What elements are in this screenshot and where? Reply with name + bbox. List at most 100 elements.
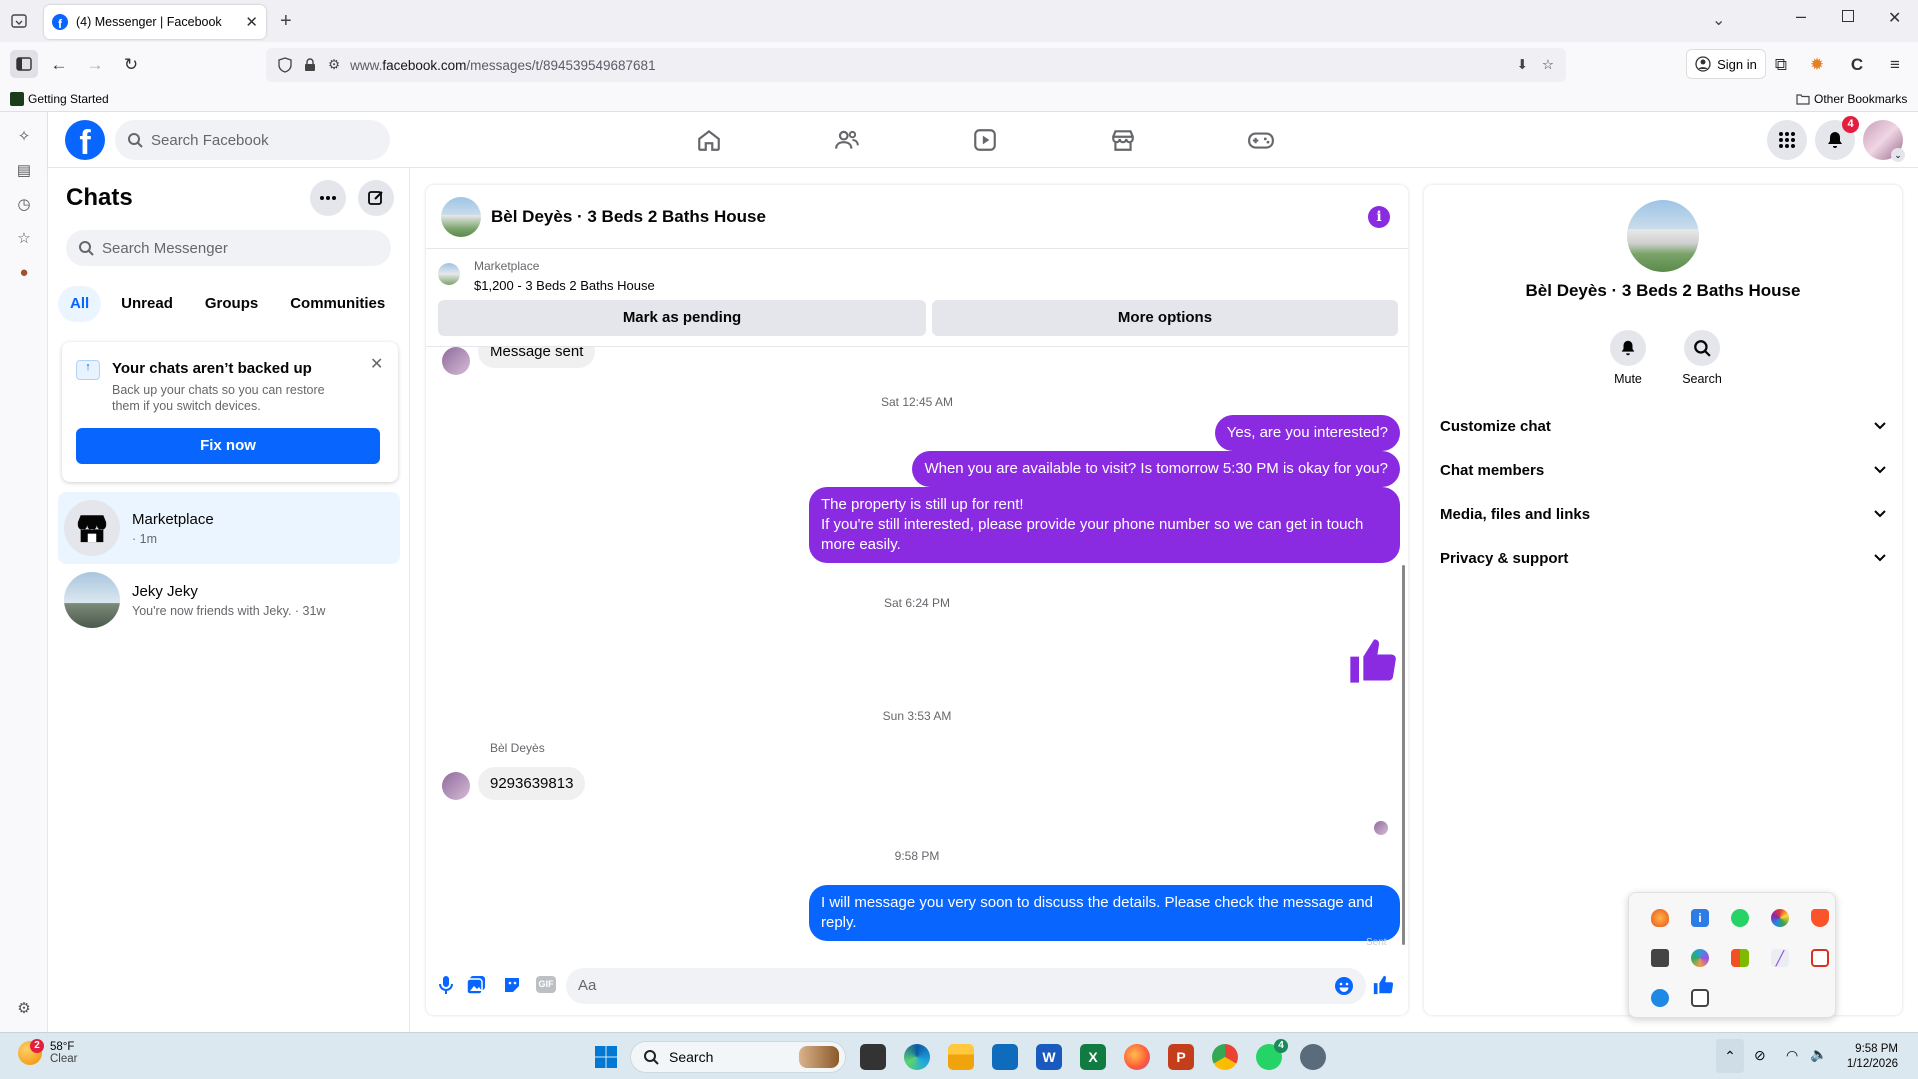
nav-gaming[interactable] xyxy=(1231,120,1291,160)
taskbar-search[interactable]: Search xyxy=(630,1041,846,1073)
outgoing-message[interactable]: I will message you very soon to discuss … xyxy=(809,885,1400,941)
history-icon[interactable]: ◷ xyxy=(13,194,35,216)
tray-brave-icon[interactable] xyxy=(1811,909,1829,927)
bookmark-star-icon[interactable]: ☆ xyxy=(1542,57,1554,73)
nav-home[interactable] xyxy=(679,120,739,160)
search-in-conversation-button[interactable]: Search xyxy=(1674,330,1730,386)
listing-title[interactable]: $1,200 - 3 Beds 2 Baths House xyxy=(474,278,655,293)
settings-icon[interactable]: ⚙ xyxy=(13,998,35,1020)
nav-marketplace[interactable] xyxy=(1093,120,1153,160)
send-like-icon[interactable] xyxy=(1372,974,1394,996)
outgoing-message[interactable]: When you are available to visit? Is tomo… xyxy=(912,451,1400,487)
extensions-icon[interactable]: ⧉ xyxy=(1770,54,1792,76)
message-input[interactable]: Aa xyxy=(566,968,1366,1004)
excel-icon[interactable]: X xyxy=(1080,1044,1106,1070)
reload-icon[interactable]: ↻ xyxy=(120,54,142,76)
edge-icon[interactable] xyxy=(904,1044,930,1070)
tray-shield-icon[interactable] xyxy=(1651,989,1669,1007)
tray-fire-icon[interactable] xyxy=(1651,909,1669,927)
close-window-button[interactable]: ✕ xyxy=(1888,8,1901,28)
fix-now-button[interactable]: Fix now xyxy=(76,428,380,464)
permissions-icon[interactable]: ⚙ xyxy=(328,57,340,73)
wifi-icon[interactable]: ◠ xyxy=(1786,1047,1798,1064)
new-message-button[interactable] xyxy=(358,180,394,216)
word-icon[interactable]: W xyxy=(1036,1044,1062,1070)
close-backup-icon[interactable]: ✕ xyxy=(370,354,383,374)
listing-thumbnail[interactable] xyxy=(438,263,460,285)
sidebar-toggle-icon[interactable] xyxy=(10,50,38,78)
chat-item-marketplace[interactable]: Marketplace · 1m xyxy=(58,492,400,564)
restore-button[interactable] xyxy=(1842,10,1854,22)
outgoing-message[interactable]: The property is still up for rent! If yo… xyxy=(809,487,1400,563)
info-avatar[interactable] xyxy=(1627,200,1699,272)
message-scrollbar[interactable] xyxy=(1402,565,1405,945)
tab-list-icon[interactable] xyxy=(10,12,28,30)
conversation-info-icon[interactable]: i xyxy=(1368,205,1390,228)
attach-photo-icon[interactable] xyxy=(466,975,486,995)
network-off-icon[interactable]: ⊘ xyxy=(1754,1047,1766,1064)
file-explorer-icon[interactable] xyxy=(948,1044,974,1070)
listing-avatar[interactable] xyxy=(441,196,481,237)
shield-icon[interactable] xyxy=(278,57,292,73)
app-icon[interactable] xyxy=(1300,1044,1326,1070)
volume-icon[interactable]: 🔈 xyxy=(1810,1046,1827,1063)
media-files-links-row[interactable]: Media, files and links xyxy=(1440,496,1886,532)
weather-widget[interactable]: 58°F Clear xyxy=(18,1041,77,1065)
firefox-icon[interactable] xyxy=(1124,1044,1150,1070)
chat-options-button[interactable] xyxy=(310,180,346,216)
mark-as-pending-button[interactable]: Mark as pending xyxy=(438,300,926,336)
task-view-icon[interactable] xyxy=(860,1044,886,1070)
thumbs-up-icon[interactable] xyxy=(1346,635,1398,687)
other-bookmarks[interactable]: Other Bookmarks xyxy=(1796,92,1907,106)
more-options-button[interactable]: More options xyxy=(932,300,1398,336)
sign-in-button[interactable]: Sign in xyxy=(1686,49,1766,79)
extension-fox-icon[interactable]: ✹ xyxy=(1806,54,1828,76)
browser-tab-messenger[interactable]: f (4) Messenger | Facebook ✕ xyxy=(44,5,266,39)
filter-communities[interactable]: Communities xyxy=(278,286,397,322)
nav-video[interactable] xyxy=(955,120,1015,160)
tray-color-icon[interactable] xyxy=(1771,909,1789,927)
customize-chat-row[interactable]: Customize chat xyxy=(1440,408,1886,444)
forward-icon[interactable]: → xyxy=(84,54,106,76)
sticker-icon[interactable] xyxy=(502,975,522,995)
tray-copilot-icon[interactable] xyxy=(1691,949,1709,967)
lock-icon[interactable] xyxy=(304,58,316,72)
bookmarks-icon[interactable]: ☆ xyxy=(13,228,35,250)
new-tab-button[interactable]: + xyxy=(280,10,292,33)
powerpoint-icon[interactable]: P xyxy=(1168,1044,1194,1070)
store-icon[interactable] xyxy=(992,1044,1018,1070)
ai-sparkle-icon[interactable]: ✧ xyxy=(13,126,35,148)
tray-pen-icon[interactable]: ╱ xyxy=(1771,949,1789,967)
facebook-logo[interactable]: f xyxy=(65,120,105,160)
microphone-icon[interactable] xyxy=(438,975,454,995)
menu-icon[interactable]: ≡ xyxy=(1884,54,1906,76)
synced-tabs-icon[interactable]: ▤ xyxy=(13,160,35,182)
filter-all[interactable]: All xyxy=(58,286,102,322)
menu-grid-button[interactable] xyxy=(1767,120,1807,160)
tray-info-icon[interactable]: i xyxy=(1691,909,1709,927)
cookie-extension-icon[interactable]: ● xyxy=(13,262,35,284)
outgoing-message[interactable]: Yes, are you interested? xyxy=(1214,415,1400,451)
address-bar[interactable]: ⚙ www. facebook.com/messages/t/8945395496… xyxy=(266,48,1566,82)
mute-button[interactable]: Mute xyxy=(1604,330,1652,386)
minimize-button[interactable]: – xyxy=(1796,6,1806,27)
nav-friends[interactable] xyxy=(817,120,877,160)
incoming-message[interactable]: 9293639813 xyxy=(478,767,586,800)
privacy-support-row[interactable]: Privacy & support xyxy=(1440,540,1886,576)
conversation-title[interactable]: Bèl Deyès · 3 Beds 2 Baths House xyxy=(491,207,766,227)
start-button[interactable] xyxy=(594,1045,618,1069)
filter-groups[interactable]: Groups xyxy=(193,286,270,322)
clock[interactable]: 9:58 PM 1/12/2026 xyxy=(1838,1042,1898,1072)
back-icon[interactable]: ← xyxy=(48,54,70,76)
tray-storage-icon[interactable] xyxy=(1651,949,1669,967)
messenger-search-input[interactable]: Search Messenger xyxy=(66,230,391,266)
show-hidden-icons[interactable]: ⌃ xyxy=(1716,1039,1744,1073)
save-page-icon[interactable]: ⬇ xyxy=(1517,57,1528,73)
gif-icon[interactable]: GIF xyxy=(536,976,556,993)
tray-pdf-icon[interactable] xyxy=(1811,949,1829,967)
chrome-icon[interactable] xyxy=(1212,1044,1238,1070)
tray-whatsapp-icon[interactable] xyxy=(1731,909,1749,927)
facebook-search-input[interactable]: Search Facebook xyxy=(115,120,390,160)
chat-item-jeky[interactable]: Jeky Jeky You're now friends with Jeky. … xyxy=(58,564,400,636)
chat-members-row[interactable]: Chat members xyxy=(1440,452,1886,488)
